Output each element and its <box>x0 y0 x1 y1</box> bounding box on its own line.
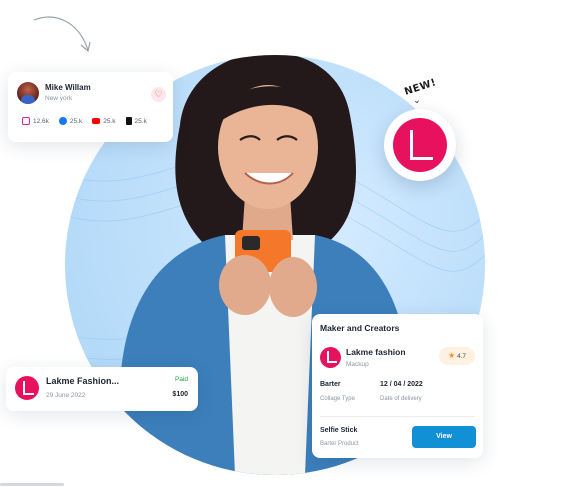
stat-value: 25.k <box>103 117 116 125</box>
rating-badge: ★ 4.7 <box>439 347 475 365</box>
stat-value: 12.6k <box>33 117 49 125</box>
logo-l-mark <box>23 381 34 395</box>
barter-product-label: Barter Product <box>320 441 359 447</box>
barter-product-value: Selfie Stick <box>320 427 358 434</box>
profile-location: New york <box>45 95 73 102</box>
stat-value: 25.k <box>134 117 147 125</box>
influencer-profile-card[interactable]: Mike Willam New york ♡ 12.6k 25.k 25.k 2… <box>8 72 173 142</box>
brand-logo-icon <box>393 118 447 172</box>
curved-arrow-icon <box>33 16 91 53</box>
brand-category: Mackup <box>346 361 369 368</box>
brand-logo-icon <box>320 347 341 368</box>
instagram-icon <box>22 117 30 125</box>
stat-youtube: 25.k <box>92 117 116 125</box>
order-title: Lakme Fashion... <box>46 376 120 386</box>
facebook-icon <box>58 117 67 125</box>
collab-type-value: Barter <box>320 381 341 388</box>
rating-value: 4.7 <box>456 353 467 360</box>
card-heading: Maker and Creators <box>320 323 400 333</box>
payment-status-badge: Paid <box>174 376 188 383</box>
brand-name: Lakme fashion <box>346 347 406 357</box>
tiktok-icon <box>125 117 132 125</box>
stat-value: 25.k <box>69 117 83 125</box>
delivery-date-label: Date of delivery <box>380 396 422 402</box>
maker-creators-card: Maker and Creators Lakme fashion Mackup … <box>312 314 483 458</box>
order-price: $100 <box>172 391 188 398</box>
divider <box>320 416 475 417</box>
logo-l-mark <box>410 130 433 160</box>
star-icon: ★ <box>447 351 456 360</box>
avatar <box>17 82 39 104</box>
brand-logo-icon <box>15 376 39 400</box>
collab-type-label: Collage Type <box>320 396 355 402</box>
order-summary-card[interactable]: Lakme Fashion... 29 June 2022 Paid $100 <box>6 367 198 411</box>
delivery-date-value: 12 / 04 / 2022 <box>380 381 423 388</box>
social-stats: 12.6k 25.k 25.k 25.k <box>22 117 147 125</box>
logo-l-mark <box>327 351 337 363</box>
heart-icon[interactable]: ♡ <box>151 87 166 102</box>
profile-name: Mike Willam <box>45 83 91 92</box>
stat-tiktok: 25.k <box>125 117 147 125</box>
youtube-icon <box>92 118 101 124</box>
stat-facebook: 25.k <box>58 117 83 125</box>
order-date: 29 June 2022 <box>46 392 86 399</box>
stat-instagram: 12.6k <box>22 117 49 125</box>
brand-logo-badge <box>384 109 456 181</box>
view-button[interactable]: View <box>412 426 476 448</box>
horizontal-scrollbar[interactable] <box>0 483 64 486</box>
